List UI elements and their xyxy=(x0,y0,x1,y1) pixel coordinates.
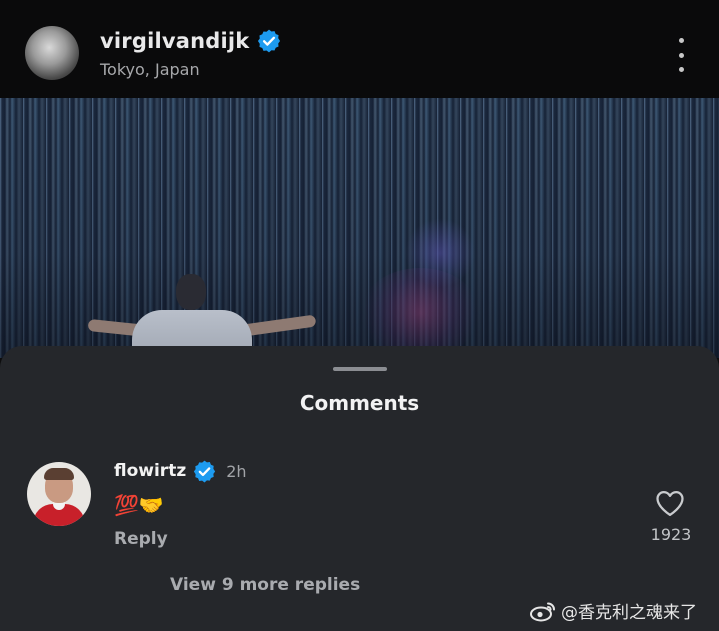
heart-icon[interactable] xyxy=(655,489,685,517)
comment-timestamp: 2h xyxy=(226,461,247,481)
commenter-avatar[interactable] xyxy=(27,462,91,526)
comments-sheet: Comments flowirtz 2h 💯🤝 Reply 1923 View … xyxy=(0,346,719,631)
post-image[interactable] xyxy=(0,98,719,358)
post-location[interactable]: Tokyo, Japan xyxy=(100,60,200,79)
verified-badge-icon xyxy=(194,460,216,482)
commenter-username[interactable]: flowirtz xyxy=(114,461,186,481)
watermark-text: @香克利之魂来了 xyxy=(561,603,697,623)
reply-button[interactable]: Reply xyxy=(114,529,168,549)
comment-header: flowirtz 2h xyxy=(114,458,247,484)
profile-avatar[interactable] xyxy=(25,26,79,80)
weibo-logo-icon xyxy=(530,602,555,621)
verified-badge-icon xyxy=(258,29,281,53)
comment-text: 💯🤝 xyxy=(114,493,164,517)
sheet-title: Comments xyxy=(299,391,420,415)
view-more-replies-button[interactable]: View 9 more replies xyxy=(170,575,360,595)
more-options-icon[interactable] xyxy=(668,38,694,72)
watermark: @香克利之魂来了 xyxy=(529,598,697,623)
post-header: virgilvandijk Tokyo, Japan xyxy=(0,0,719,98)
sheet-drag-handle[interactable] xyxy=(333,367,387,371)
post-username[interactable]: virgilvandijk xyxy=(100,29,249,53)
username-row: virgilvandijk xyxy=(100,28,282,54)
like-count: 1923 xyxy=(650,525,692,544)
comment-item: flowirtz 2h 💯🤝 Reply xyxy=(0,442,719,562)
